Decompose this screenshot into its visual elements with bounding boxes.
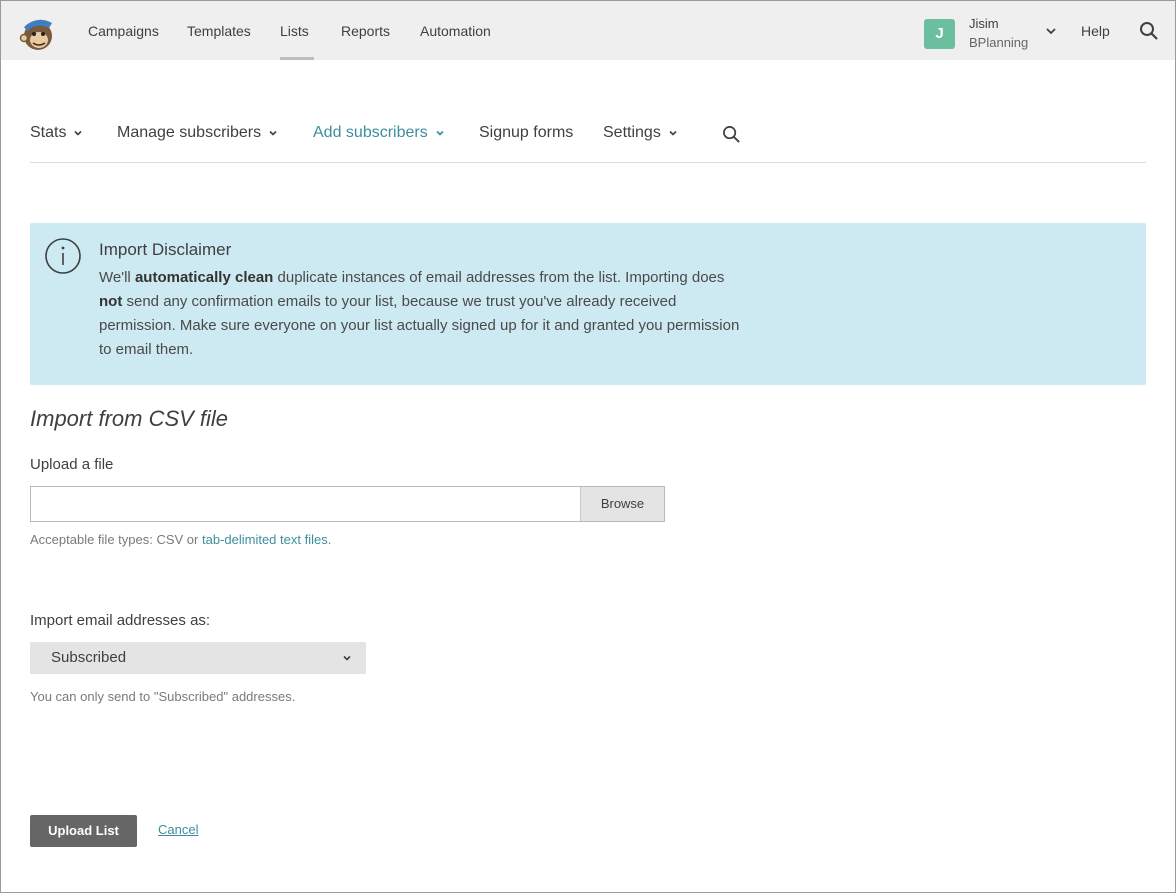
chevron-down-icon bbox=[669, 130, 677, 136]
topnav-lists[interactable]: Lists bbox=[280, 23, 314, 60]
subnav-label: Add subscribers bbox=[313, 124, 428, 141]
subnav-add-subscribers[interactable]: Add subscribers bbox=[313, 124, 445, 142]
import-as-hint: You can only send to "Subscribed" addres… bbox=[30, 689, 296, 704]
import-disclaimer: Import Disclaimer We'll automatically cl… bbox=[30, 223, 1146, 385]
topnav-reports[interactable]: Reports bbox=[341, 23, 390, 60]
search-icon[interactable] bbox=[1139, 21, 1159, 41]
disclaimer-body: We'll automatically clean duplicate inst… bbox=[99, 269, 740, 358]
section-title: Import from CSV file bbox=[30, 406, 229, 431]
file-types-link[interactable]: tab-delimited text files bbox=[202, 532, 328, 547]
mailchimp-logo[interactable] bbox=[19, 14, 57, 52]
top-navigation-bar: Campaigns Templates Lists Reports Automa… bbox=[1, 1, 1175, 60]
subnav-manage-subscribers[interactable]: Manage subscribers bbox=[117, 124, 278, 142]
chevron-down-icon bbox=[269, 130, 277, 136]
chevron-down-icon bbox=[343, 655, 351, 661]
chevron-down-icon bbox=[74, 130, 83, 136]
account-org[interactable]: BPlanning bbox=[969, 35, 1028, 50]
topnav-campaigns[interactable]: Campaigns bbox=[88, 23, 159, 60]
subnav-label: Manage subscribers bbox=[117, 124, 262, 141]
chevron-down-icon[interactable] bbox=[1045, 25, 1057, 37]
topnav-automation[interactable]: Automation bbox=[420, 23, 491, 60]
subnav-signup-forms[interactable]: Signup forms bbox=[479, 124, 573, 142]
file-upload-field[interactable]: Browse bbox=[30, 486, 665, 522]
subnav-label: Stats bbox=[30, 124, 67, 141]
import-as-label: Import email addresses as: bbox=[30, 612, 211, 629]
subnav-label: Signup forms bbox=[479, 124, 574, 141]
subnav-stats[interactable]: Stats bbox=[30, 124, 83, 142]
browse-button[interactable]: Browse bbox=[580, 487, 664, 521]
help-link[interactable]: Help bbox=[1081, 23, 1110, 39]
import-status-select[interactable]: Subscribed bbox=[30, 642, 366, 674]
subnav-settings[interactable]: Settings bbox=[603, 124, 678, 142]
upload-list-button[interactable]: Upload List bbox=[30, 815, 137, 847]
file-types-hint: Acceptable file types: CSV or tab-delimi… bbox=[30, 532, 332, 547]
info-icon bbox=[45, 238, 81, 274]
account-avatar[interactable]: J bbox=[924, 19, 955, 49]
subnav-label: Settings bbox=[603, 124, 661, 141]
list-subnav: Stats Manage subscribers Add subscribers… bbox=[30, 124, 1146, 163]
search-icon[interactable] bbox=[722, 125, 741, 144]
cancel-link[interactable]: Cancel bbox=[158, 822, 198, 837]
upload-file-label: Upload a file bbox=[30, 456, 114, 473]
topnav-templates[interactable]: Templates bbox=[187, 23, 251, 60]
account-name[interactable]: Jisim bbox=[969, 16, 999, 31]
select-value: Subscribed bbox=[51, 649, 127, 666]
chevron-down-icon bbox=[436, 130, 444, 136]
disclaimer-title: Import Disclaimer bbox=[99, 240, 232, 259]
